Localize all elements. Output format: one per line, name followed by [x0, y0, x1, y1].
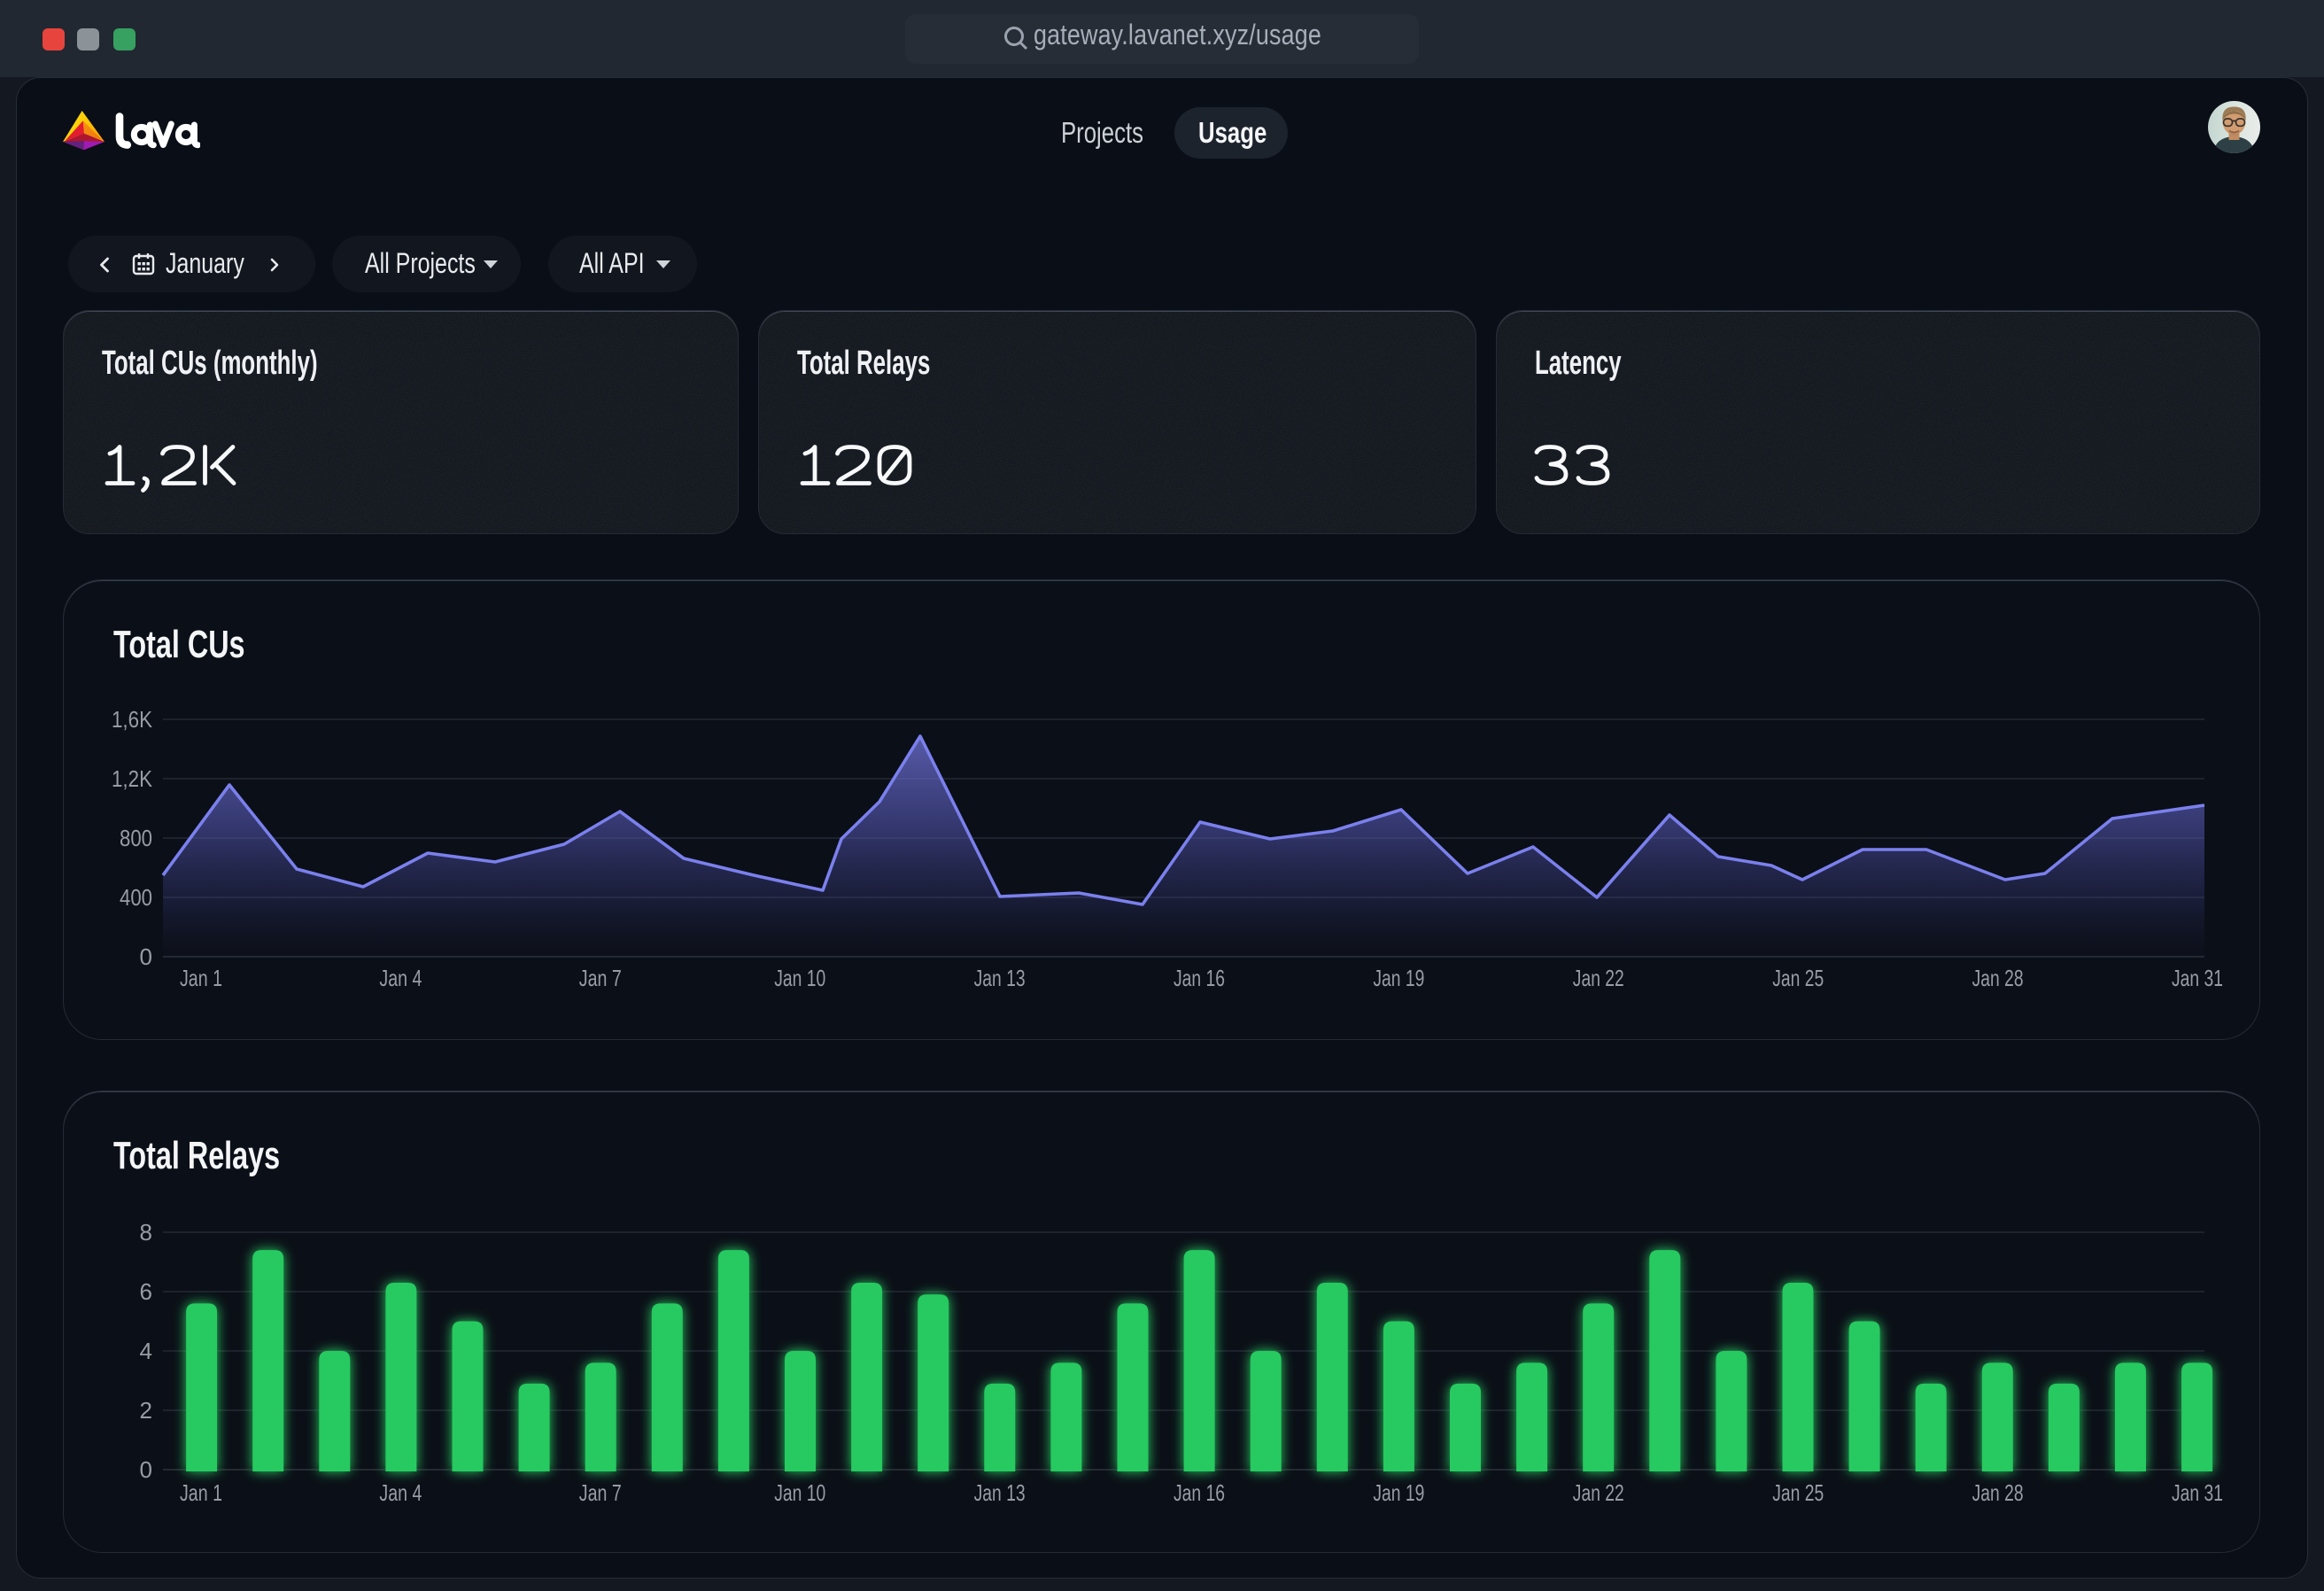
svg-text:Jan 16: Jan 16	[1174, 1479, 1225, 1506]
svg-text:0: 0	[140, 1456, 152, 1483]
svg-text:Jan 25: Jan 25	[1772, 965, 1824, 991]
svg-text:6: 6	[140, 1278, 152, 1305]
svg-text:Jan 28: Jan 28	[1972, 965, 2024, 991]
svg-text:800: 800	[120, 825, 152, 851]
svg-text:Jan 4: Jan 4	[379, 1479, 422, 1506]
svg-text:Jan 19: Jan 19	[1373, 1479, 1424, 1506]
svg-text:4: 4	[140, 1338, 152, 1364]
svg-text:Jan 19: Jan 19	[1373, 965, 1424, 991]
svg-text:Jan 1: Jan 1	[180, 965, 222, 991]
svg-text:8: 8	[140, 1219, 152, 1246]
svg-text:Jan 7: Jan 7	[579, 965, 622, 991]
svg-text:Jan 1: Jan 1	[180, 1479, 222, 1506]
svg-text:2: 2	[140, 1397, 152, 1424]
svg-text:Jan 22: Jan 22	[1573, 965, 1624, 991]
svg-text:Jan 7: Jan 7	[579, 1479, 622, 1506]
svg-text:Jan 22: Jan 22	[1573, 1479, 1624, 1506]
svg-text:Jan 25: Jan 25	[1772, 1479, 1824, 1506]
svg-text:1,6K: 1,6K	[112, 706, 153, 733]
svg-text:1,2K: 1,2K	[112, 765, 153, 792]
svg-text:Jan 13: Jan 13	[974, 965, 1026, 991]
svg-text:Jan 13: Jan 13	[974, 1479, 1026, 1506]
svg-text:400: 400	[120, 884, 152, 911]
svg-text:0: 0	[140, 943, 152, 970]
svg-text:Jan 10: Jan 10	[774, 965, 825, 991]
svg-text:Jan 31: Jan 31	[2172, 1479, 2223, 1506]
svg-text:Jan 16: Jan 16	[1174, 965, 1225, 991]
svg-text:Jan 4: Jan 4	[379, 965, 422, 991]
svg-text:Jan 31: Jan 31	[2172, 965, 2223, 991]
svg-text:Jan 10: Jan 10	[774, 1479, 825, 1506]
svg-text:Jan 28: Jan 28	[1972, 1479, 2024, 1506]
